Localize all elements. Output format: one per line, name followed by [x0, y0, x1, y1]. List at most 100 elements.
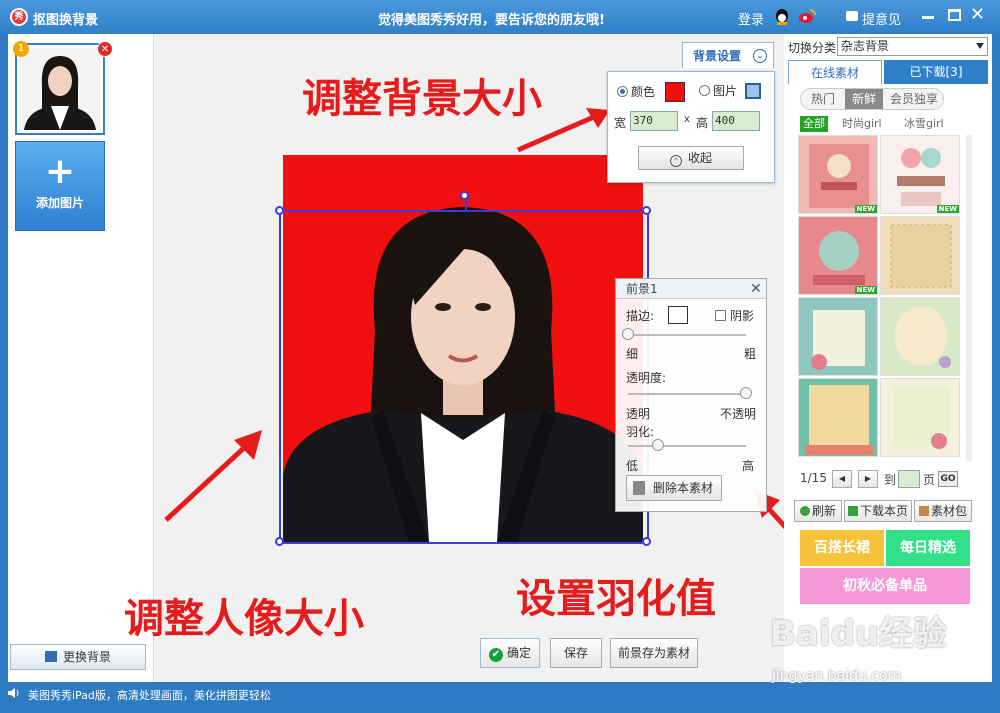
portrait-selection-box[interactable]: [275, 191, 651, 546]
tab-background-settings[interactable]: 背景设置 ⌄: [682, 42, 774, 68]
status-text[interactable]: 美图秀秀iPad版，高清处理画面，美化拼图更轻松: [28, 687, 271, 703]
tag-fashion-girl[interactable]: 时尚girl: [842, 116, 882, 132]
resize-handle-top-left[interactable]: [275, 206, 284, 215]
prev-page-button[interactable]: ◀: [832, 470, 852, 488]
next-page-button[interactable]: ▶: [858, 470, 878, 488]
new-badge: NEW: [936, 205, 959, 213]
material-pack-button[interactable]: 素材包: [914, 500, 972, 522]
check-icon: ✔: [488, 648, 503, 662]
feather-label: 羽化:: [626, 425, 655, 439]
download-page-button[interactable]: 下载本页: [844, 500, 912, 522]
delete-material-label: 删除本素材: [653, 481, 714, 495]
filter-vip[interactable]: 会员独享: [885, 89, 943, 109]
go-button[interactable]: GO: [938, 471, 958, 487]
close-button[interactable]: ✕: [970, 5, 985, 25]
opaque-label: 不透明: [720, 407, 757, 421]
category-select[interactable]: 杂志背景: [837, 37, 988, 56]
promo-autumn-essentials[interactable]: 初秋必备单品: [800, 568, 970, 604]
resize-handle-bottom-right[interactable]: [642, 537, 651, 546]
times-label: x: [684, 114, 690, 125]
image-picker-icon[interactable]: [745, 83, 761, 99]
window-title: 抠图换背景: [33, 13, 99, 28]
annotation-resize-background: 调整背景大小: [302, 76, 542, 122]
stroke-color-swatch[interactable]: [668, 306, 688, 324]
material-thumbnail[interactable]: [798, 378, 878, 457]
refresh-button[interactable]: 刷新: [794, 500, 842, 522]
canvas-area: 调整背景大小 调整人像大小 设置羽化值 背景设置 ⌄ 颜色 图片 宽 370 x…: [124, 34, 832, 682]
left-panel: 1 ✕ + 添加图片 更换背景: [8, 34, 154, 682]
stroke-label: 描边:: [626, 309, 655, 323]
material-thumbnail[interactable]: NEW: [880, 135, 960, 214]
annotation-resize-portrait: 调整人像大小: [124, 596, 364, 642]
minimize-button[interactable]: [922, 16, 934, 19]
shadow-checkbox[interactable]: [715, 310, 726, 321]
foreground-panel: 前景1 ✕ 描边: 阴影 细 粗 透明度: 透明 不透明 羽化: 低 高 删除本…: [615, 278, 767, 512]
download-page-label: 下载本页: [859, 504, 908, 518]
material-scrollbar[interactable]: [966, 135, 972, 461]
stroke-slider-track[interactable]: [628, 334, 746, 336]
portrait-thumbnail[interactable]: 1 ✕: [13, 41, 113, 135]
change-background-button[interactable]: 更换背景: [10, 644, 146, 670]
close-icon[interactable]: ✕: [750, 279, 762, 299]
material-pack-label: 素材包: [930, 504, 967, 518]
foreground-panel-header: 前景1 ✕: [616, 279, 766, 299]
maximize-button[interactable]: [948, 9, 961, 21]
material-thumbnail[interactable]: [880, 297, 960, 376]
add-image-button[interactable]: + 添加图片: [15, 141, 105, 231]
color-radio[interactable]: [617, 86, 628, 97]
save-foreground-as-material-button[interactable]: 前景存为素材: [610, 638, 698, 668]
filter-hot[interactable]: 热门: [801, 89, 845, 109]
stroke-slider-knob[interactable]: [622, 328, 634, 340]
promo-long-skirt[interactable]: 百搭长裙: [800, 530, 884, 566]
material-thumbnail[interactable]: [880, 216, 960, 295]
chevron-down-icon[interactable]: ⌄: [753, 49, 767, 63]
refresh-icon: [799, 506, 810, 516]
tag-all[interactable]: 全部: [800, 116, 828, 132]
confirm-button[interactable]: ✔ 确定: [480, 638, 540, 668]
rotate-handle[interactable]: [460, 191, 469, 200]
resize-handle-top-right[interactable]: [642, 206, 651, 215]
thumbnail-delete-icon[interactable]: ✕: [97, 41, 113, 57]
image-radio[interactable]: [699, 85, 710, 96]
delete-material-button[interactable]: 删除本素材: [626, 475, 722, 501]
promo-daily-picks[interactable]: 每日精选: [886, 530, 970, 566]
feather-slider-knob[interactable]: [651, 439, 664, 451]
material-grid: NEW NEW NEW: [798, 135, 964, 461]
speaker-icon: [8, 688, 19, 698]
category-value: 杂志背景: [841, 39, 890, 53]
title-bar: 秀 抠图换背景 觉得美图秀秀好用，要告诉您的朋友哦! 登录 提意见 ✕: [0, 0, 1000, 34]
material-thumbnail[interactable]: [880, 378, 960, 457]
resize-handle-bottom-left[interactable]: [275, 537, 284, 546]
tag-snow-girl[interactable]: 冰雪girl: [904, 116, 944, 132]
chevron-up-icon: ⌃: [669, 155, 682, 167]
width-input[interactable]: 370: [630, 111, 678, 131]
background-color-swatch[interactable]: [665, 82, 685, 102]
plus-icon: +: [44, 151, 76, 192]
collapse-label: 收起: [687, 151, 712, 165]
background-settings-panel: 颜色 图片 宽 370 x 高 400 ⌃ 收起: [607, 71, 775, 183]
feather-slider-track[interactable]: [628, 445, 746, 447]
material-thumbnail[interactable]: [798, 297, 878, 376]
feedback-link[interactable]: 提意见: [862, 9, 901, 28]
height-input[interactable]: 400: [712, 111, 760, 131]
shadow-label: 阴影: [730, 309, 755, 323]
baidu-watermark: Baidu经验: [770, 614, 948, 654]
opacity-slider-knob[interactable]: [740, 387, 752, 399]
new-badge: NEW: [854, 205, 877, 213]
material-thumbnail[interactable]: NEW: [798, 135, 878, 214]
tab-downloaded[interactable]: 已下载[3]: [884, 60, 988, 84]
color-option-label: 颜色: [631, 85, 656, 99]
filter-new[interactable]: 新鲜: [845, 89, 883, 109]
foreground-panel-title: 前景1: [626, 282, 658, 296]
weibo-icon[interactable]: [798, 8, 816, 24]
page-number-input[interactable]: [898, 470, 920, 488]
collapse-button[interactable]: ⌃ 收起: [638, 146, 744, 170]
save-button[interactable]: 保存: [550, 638, 602, 668]
feedback-icon[interactable]: [846, 11, 858, 21]
opacity-slider-track[interactable]: [628, 393, 746, 395]
material-thumbnail[interactable]: NEW: [798, 216, 878, 295]
qq-icon[interactable]: [774, 8, 790, 26]
baidu-watermark-url: jingyan.baidu.com: [772, 668, 902, 684]
login-link[interactable]: 登录: [738, 9, 764, 28]
tab-online-materials[interactable]: 在线素材: [788, 60, 882, 84]
